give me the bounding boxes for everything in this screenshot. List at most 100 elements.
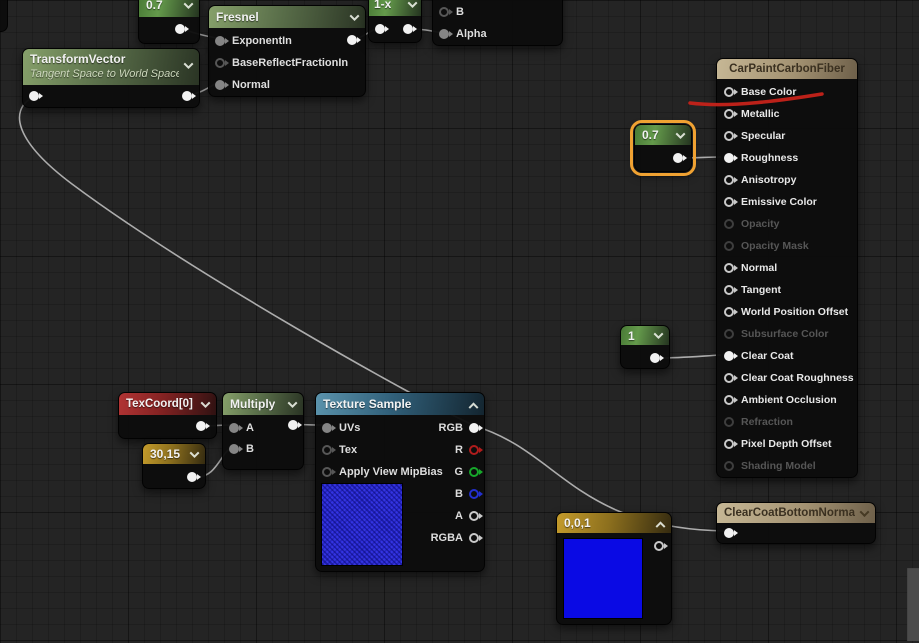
node-constant-07-top[interactable]: 0.7	[138, 0, 200, 44]
node-header[interactable]: 1-x	[369, 0, 421, 16]
node-header[interactable]: 0.7	[139, 0, 199, 17]
chevron-down-icon[interactable]	[859, 506, 870, 517]
node-clearcoatbottomnormal[interactable]: ClearCoatBottomNormal	[716, 502, 876, 544]
input-pin-alpha[interactable]	[439, 29, 449, 39]
pin-roughness[interactable]	[724, 153, 734, 163]
pin-base-color[interactable]	[724, 87, 734, 97]
node-transformvector[interactable]: TransformVector Tangent Space to World S…	[22, 48, 200, 108]
output-pin-g[interactable]	[469, 467, 479, 477]
input-pin-tex[interactable]	[322, 445, 332, 455]
pin-emissive-color[interactable]	[724, 197, 734, 207]
pin-pixel-depth-offset[interactable]	[724, 439, 734, 449]
node-constant-3015[interactable]: 30,15	[142, 443, 206, 489]
node-header[interactable]: CarPaintCarbonFiber	[717, 59, 857, 79]
node-constant-07-selected[interactable]: 0.7	[630, 120, 696, 176]
chevron-down-icon[interactable]	[183, 0, 194, 9]
input-pin-exponentin[interactable]	[215, 36, 225, 46]
input-pin-normal[interactable]	[215, 80, 225, 90]
node-constant-1[interactable]: 1	[620, 325, 670, 369]
node-lerp-fragment[interactable]: B Alpha	[432, 0, 563, 46]
output-pin[interactable]	[673, 153, 683, 163]
input-pin-uvs[interactable]	[322, 423, 332, 433]
color-preview	[563, 538, 643, 619]
node-constant-001[interactable]: 0,0,1	[556, 512, 672, 625]
pin-opacity	[724, 219, 734, 229]
input-pin-basereflectfractionin[interactable]	[215, 58, 225, 68]
chevron-down-icon[interactable]	[407, 0, 418, 8]
pin-tangent[interactable]	[724, 285, 734, 295]
chevron-down-icon[interactable]	[183, 59, 194, 70]
node-header[interactable]: 30,15	[143, 444, 205, 464]
pin-opacity-mask	[724, 241, 734, 251]
node-title: 1	[628, 328, 635, 343]
output-pin-rgb[interactable]	[469, 423, 479, 433]
chevron-up-icon[interactable]	[655, 520, 666, 531]
node-header[interactable]: TexCoord[0]	[119, 393, 216, 415]
input-pin-apply-view-mipbias[interactable]	[322, 467, 332, 477]
chevron-down-icon[interactable]	[189, 447, 200, 458]
node-header[interactable]: 0,0,1	[557, 513, 671, 533]
node-one-minus-x[interactable]: 1-x	[368, 0, 422, 43]
chevron-down-icon[interactable]	[349, 10, 360, 21]
chevron-down-icon[interactable]	[675, 128, 686, 139]
output-pin[interactable]	[196, 421, 206, 431]
input-pin[interactable]	[29, 91, 39, 101]
pin-clear-coat-roughness[interactable]	[724, 373, 734, 383]
node-fresnel[interactable]: Fresnel ExponentIn BaseReflectFractionIn…	[208, 5, 366, 97]
pin-label: Alpha	[456, 28, 487, 40]
node-header[interactable]: TransformVector Tangent Space to World S…	[23, 49, 199, 85]
pin-anisotropy[interactable]	[724, 175, 734, 185]
output-pin-a[interactable]	[469, 511, 479, 521]
input-pin-b[interactable]	[229, 443, 239, 454]
pin-normal[interactable]	[724, 263, 734, 273]
output-pin-rgba[interactable]	[469, 533, 479, 543]
pin-subsurface-color	[724, 329, 734, 339]
node-title: 0.7	[146, 0, 163, 12]
material-graph-canvas[interactable]: 0.7 Fresnel ExponentIn BaseReflectFracti…	[0, 0, 919, 643]
node-header[interactable]: Multiply	[223, 393, 303, 415]
pin-label: Normal	[232, 79, 270, 91]
watermark-letter: M	[898, 548, 919, 643]
chevron-up-icon[interactable]	[468, 401, 479, 412]
pin-label: ExponentIn	[232, 35, 292, 47]
output-pin-r[interactable]	[469, 445, 479, 455]
node-texture-sample[interactable]: Texture Sample UVs Tex Apply View MipBia…	[315, 392, 485, 572]
node-title: 0,0,1	[564, 516, 591, 530]
output-pin[interactable]	[182, 91, 192, 101]
pin-ambient-occlusion[interactable]	[724, 395, 734, 405]
output-pin[interactable]	[654, 541, 664, 551]
pin-world-position-offset[interactable]	[724, 307, 734, 317]
output-pin[interactable]	[175, 24, 185, 34]
node-header[interactable]: 1	[621, 326, 669, 345]
wire-rgb-transformvector[interactable]	[18, 96, 472, 425]
node-title: ClearCoatBottomNormal	[724, 507, 855, 519]
chevron-down-icon[interactable]	[200, 397, 211, 408]
pin-shading-model	[724, 461, 734, 471]
pin-specular[interactable]	[724, 131, 734, 141]
node-title: TransformVector Tangent Space to World S…	[30, 52, 179, 80]
output-pin[interactable]	[347, 35, 357, 45]
input-pin[interactable]	[724, 528, 734, 538]
pin-metallic[interactable]	[724, 109, 734, 119]
output-pin[interactable]	[650, 353, 660, 363]
node-header[interactable]: Texture Sample	[316, 393, 484, 415]
input-pin-b[interactable]	[439, 7, 449, 17]
node-header[interactable]: 0.7	[635, 125, 691, 145]
node-title: TexCoord[0]	[126, 398, 193, 410]
node-texcoord[interactable]: TexCoord[0]	[118, 392, 217, 439]
output-pin[interactable]	[288, 420, 298, 430]
output-pin[interactable]	[187, 472, 197, 482]
node-header[interactable]: Fresnel	[209, 6, 365, 28]
input-pin-a[interactable]	[229, 422, 239, 433]
output-pin[interactable]	[403, 24, 413, 34]
node-carpaintcarbonfiber[interactable]: CarPaintCarbonFiber Base Color Metallic …	[716, 58, 858, 478]
pin-clear-coat[interactable]	[724, 351, 734, 361]
output-pin-b[interactable]	[469, 489, 479, 499]
texture-preview	[321, 483, 403, 566]
input-pin[interactable]	[375, 24, 385, 34]
node-header[interactable]: ClearCoatBottomNormal	[717, 503, 875, 523]
pin-label: B	[456, 6, 464, 18]
chevron-down-icon[interactable]	[287, 397, 298, 408]
node-multiply[interactable]: Multiply A B	[222, 392, 304, 470]
chevron-down-icon[interactable]	[653, 329, 664, 340]
